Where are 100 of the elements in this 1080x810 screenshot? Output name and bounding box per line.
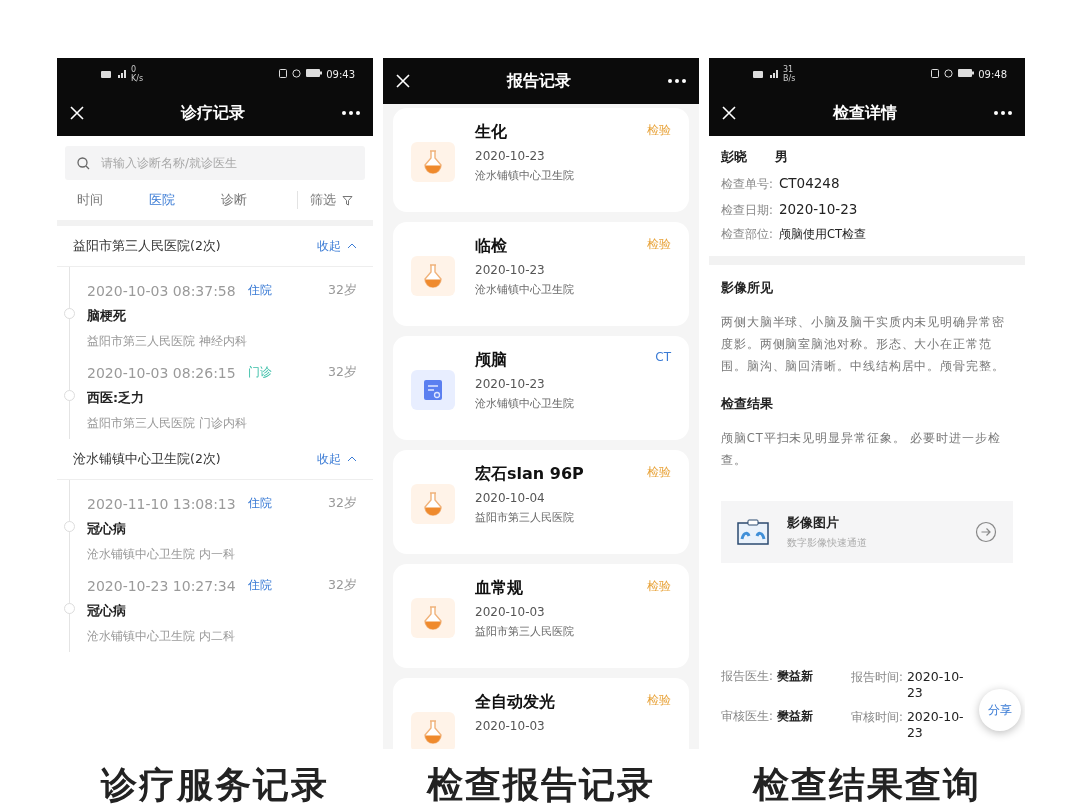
more-icon[interactable]	[991, 108, 1015, 118]
more-icon[interactable]	[339, 108, 363, 118]
flask-icon	[422, 606, 444, 630]
arrow-circle-icon	[975, 521, 997, 543]
report-date: 2020-10-23	[475, 263, 546, 277]
image-link-card[interactable]: 影像图片 数字影像快速通道	[721, 501, 1013, 563]
report-date: 2020-10-03	[475, 719, 546, 733]
filter-button[interactable]: 筛选	[297, 191, 353, 209]
search-field[interactable]: 请输入诊断名称/就诊医生	[65, 146, 365, 180]
report-card[interactable]: 生化 2020-10-23 沧水铺镇中心卫生院 检验	[393, 108, 689, 212]
screen-caption: 检查报告记录	[427, 763, 655, 807]
tab[interactable]: 时间	[77, 191, 149, 209]
page-title: 诊疗记录	[181, 102, 245, 124]
report-name: 血常规	[475, 578, 524, 599]
flask-icon	[422, 492, 444, 516]
flask-icon	[422, 264, 444, 288]
department: 沧水铺镇中心卫生院 内一科	[87, 547, 236, 562]
section-heading: 检查结果	[721, 395, 774, 413]
diagnosis: 冠心病	[87, 603, 127, 620]
report-type: 检验	[647, 464, 671, 481]
visit-type: 门诊	[247, 364, 272, 381]
patient-name: 彭晓	[721, 148, 747, 166]
section-text: 两侧大脑半球、小脑及脑干实质内未见明确异常密度影。两侧脑室脑池对称。形态、大小在正常范围。脑沟、脑回清晰。中线结构居中。颅骨完整。	[721, 314, 1006, 375]
screen-caption: 检查结果查询	[753, 763, 981, 807]
visit-type: 住院	[247, 282, 272, 299]
hospital-name: 沧水铺镇中心卫生院	[475, 169, 575, 183]
flask-icon	[422, 720, 444, 744]
report-date: 2020-10-03	[475, 605, 546, 619]
report-name: 宏石slan 96P	[475, 464, 585, 485]
status-time: 09:43	[279, 68, 355, 80]
report-name: 颅脑	[475, 350, 508, 371]
search-icon	[77, 157, 90, 170]
report-card[interactable]: 全自动发光 2020-10-03 检验	[393, 678, 689, 749]
hospital-name: 益阳市第三人民医院	[475, 511, 575, 525]
collapse-toggle[interactable]: 收起	[317, 238, 357, 254]
patient-age: 32岁	[328, 364, 357, 381]
field-value: 颅脑使用CT检查	[778, 227, 866, 242]
visit-type: 住院	[247, 577, 272, 594]
report-icon	[423, 379, 443, 401]
field-value: 2020-10-23	[778, 201, 858, 217]
hospital-name: 沧水铺镇中心卫生院	[475, 397, 575, 411]
more-icon[interactable]	[665, 76, 689, 86]
report-type: 检验	[647, 236, 671, 253]
visit-type: 住院	[247, 495, 272, 512]
hospital-name: 沧水铺镇中心卫生院	[475, 283, 575, 297]
network-speed: 0 K/s	[131, 65, 144, 83]
battery-icon	[958, 69, 975, 77]
collapse-toggle[interactable]: 收起	[317, 451, 357, 467]
hospital-name: 益阳市第三人民医院	[475, 625, 575, 639]
network-speed: 31 B/s	[783, 65, 796, 83]
hospital-group-name: 沧水铺镇中心卫生院(2次)	[73, 450, 221, 468]
share-button[interactable]: 分享	[979, 689, 1021, 731]
report-type: 检验	[647, 578, 671, 595]
page-title: 报告记录	[507, 70, 571, 92]
chevron-icon	[347, 456, 357, 462]
screen-caption: 诊疗服务记录	[101, 763, 329, 807]
report-card[interactable]: 临检 2020-10-23 沧水铺镇中心卫生院 检验	[393, 222, 689, 326]
x-ray-icon	[737, 519, 769, 545]
report-card[interactable]: 血常规 2020-10-03 益阳市第三人民医院 检验	[393, 564, 689, 668]
report-name: 全自动发光	[475, 692, 556, 713]
visit-time: 2020-10-23 10:27:34	[87, 577, 236, 594]
page-title: 检查详情	[833, 102, 897, 124]
signal-icon	[115, 70, 127, 78]
diagnosis: 冠心病	[87, 521, 127, 538]
signoff-time-label: 报告时间:	[851, 670, 903, 685]
field-value: CT04248	[778, 175, 840, 191]
visit-time: 2020-11-10 13:08:13	[87, 495, 236, 512]
report-card[interactable]: 颅脑 2020-10-23 沧水铺镇中心卫生院 CT	[393, 336, 689, 440]
tab[interactable]: 医院	[149, 191, 221, 209]
signoff-time: 2020-10-23	[906, 669, 965, 701]
report-date: 2020-10-04	[475, 491, 546, 505]
field-label: 检查部位:	[721, 227, 773, 242]
section-text: 颅脑CT平扫未见明显异常征象。 必要时进一步检查。	[721, 430, 1002, 469]
report-type: 检验	[647, 122, 671, 139]
field-label: 检查单号:	[721, 177, 773, 192]
hospital-group-name: 益阳市第三人民医院(2次)	[73, 237, 221, 255]
department: 益阳市第三人民医院 神经内科	[87, 334, 248, 349]
signoff-label: 审核医生:	[721, 709, 773, 724]
report-card[interactable]: 宏石slan 96P 2020-10-04 益阳市第三人民医院 检验	[393, 450, 689, 554]
tab[interactable]: 诊断	[221, 191, 293, 209]
report-type: CT	[655, 350, 671, 364]
patient-gender: 男	[775, 148, 788, 166]
diagnosis: 西医:乏力	[87, 390, 145, 407]
department: 益阳市第三人民医院 门诊内科	[87, 416, 248, 431]
doctor-name: 樊益新	[776, 709, 813, 724]
report-name: 临检	[475, 236, 508, 257]
signoff-label: 报告医生:	[721, 669, 773, 684]
field-label: 检查日期:	[721, 203, 773, 218]
funnel-icon	[342, 194, 353, 206]
signal-icon	[767, 70, 779, 78]
visit-time: 2020-10-03 08:37:58	[87, 282, 236, 299]
diagnosis: 脑梗死	[87, 308, 127, 325]
department: 沧水铺镇中心卫生院 内二科	[87, 629, 236, 644]
flask-icon	[422, 150, 444, 174]
patient-age: 32岁	[328, 282, 357, 299]
report-type: 检验	[647, 692, 671, 709]
doctor-name: 樊益新	[776, 669, 813, 684]
visit-time: 2020-10-03 08:26:15	[87, 364, 236, 381]
link-title: 影像图片	[787, 514, 840, 532]
chevron-icon	[347, 243, 357, 249]
